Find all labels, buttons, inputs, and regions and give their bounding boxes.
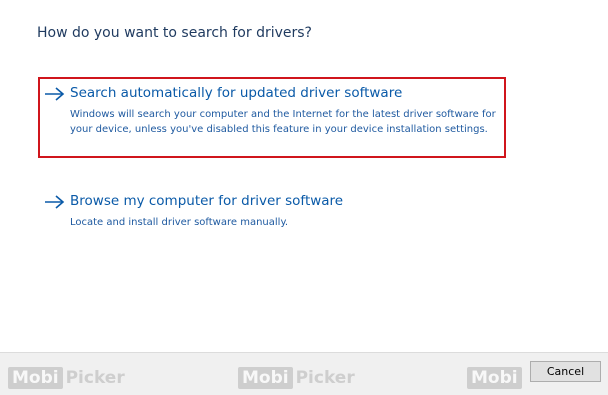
watermark-text: Picker (295, 368, 355, 388)
arrow-right-icon (45, 87, 65, 101)
option-description: Locate and install driver software manua… (70, 217, 289, 228)
cancel-button[interactable]: Cancel (530, 361, 601, 382)
watermark-box: Mobi (238, 367, 293, 389)
dialog-footer: Mobi Picker Mobi Picker Mobi (0, 352, 608, 395)
option-title: Search automatically for updated driver … (70, 85, 403, 101)
dialog-question: How do you want to search for drivers? (37, 25, 312, 41)
browse-computer-option[interactable]: Browse my computer for driver software L… (38, 185, 506, 231)
watermark-logo: Mobi Picker (238, 367, 355, 389)
watermark-logo: Mobi (467, 367, 522, 389)
search-automatically-option[interactable]: Search automatically for updated driver … (38, 77, 506, 158)
option-description: Windows will search your computer and th… (70, 109, 496, 135)
watermark-box: Mobi (467, 367, 522, 389)
watermark-box: Mobi (8, 367, 63, 389)
driver-update-dialog: How do you want to search for drivers? S… (0, 0, 608, 395)
watermark-text: Picker (65, 368, 125, 388)
watermark-logo: Mobi Picker (8, 367, 125, 389)
option-title: Browse my computer for driver software (70, 193, 344, 209)
arrow-right-icon (45, 195, 65, 209)
